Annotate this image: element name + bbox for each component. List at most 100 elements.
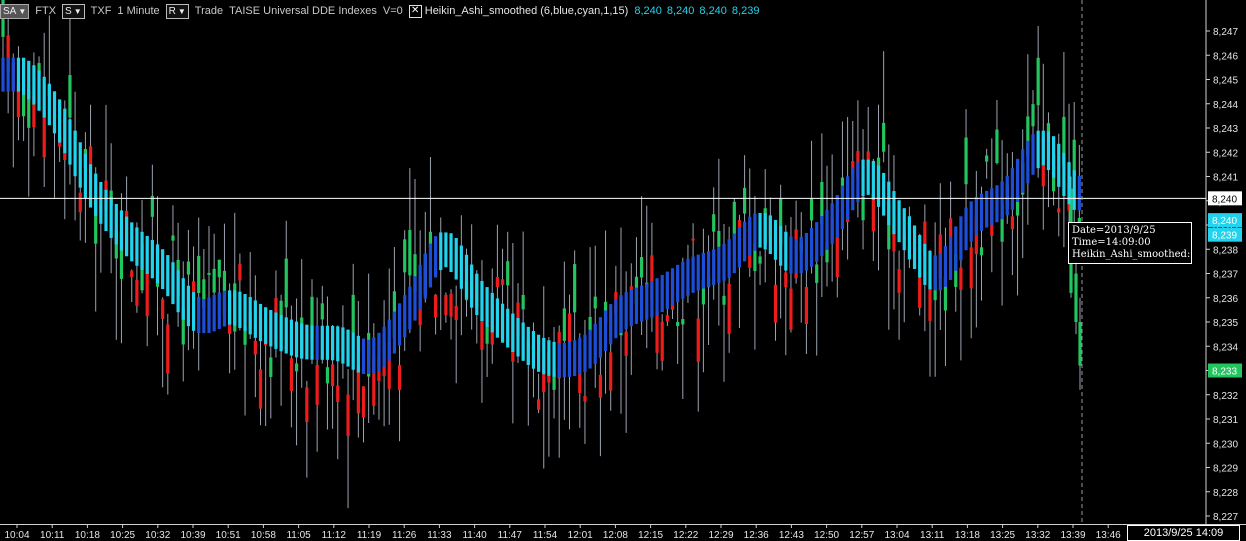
candle-body — [238, 263, 242, 281]
heikin-ashi-bar — [1010, 167, 1014, 210]
candle-body — [253, 340, 257, 355]
candle-body — [315, 364, 319, 405]
candle-body — [815, 264, 819, 283]
heikin-ashi-bar — [279, 314, 283, 352]
candle-body — [186, 261, 190, 275]
heikin-ashi-bar — [567, 342, 572, 377]
time-axis-label: 10:25 — [110, 530, 135, 541]
heikin-ashi-bar — [212, 295, 216, 332]
candle-body — [676, 321, 680, 326]
heikin-ashi-bar — [516, 318, 520, 357]
heikin-ashi-bar — [928, 250, 932, 290]
candle-body — [197, 255, 201, 294]
indicator-value-1: 8,240 — [634, 5, 662, 17]
heikin-ashi-bar — [938, 252, 942, 291]
heikin-ashi-bar — [871, 160, 875, 200]
heikin-ashi-bar — [732, 233, 736, 274]
heikin-ashi-bar — [315, 325, 319, 360]
price-axis-label: 8,227 — [1213, 512, 1238, 523]
heikin-ashi-bar — [866, 159, 870, 195]
heikin-ashi-bar — [1052, 136, 1056, 178]
time-axis-label: 11:47 — [498, 530, 523, 541]
time-axis-label: 12:22 — [673, 530, 698, 541]
candle-body — [351, 294, 355, 334]
heikin-ashi-bar — [959, 216, 963, 261]
candle-body — [78, 192, 82, 213]
heikin-ashi-bar — [495, 298, 499, 338]
heikin-ashi-bar — [37, 70, 41, 111]
heikin-ashi-bar — [840, 185, 845, 229]
heikin-ashi-bar — [506, 308, 510, 348]
price-axis-label: 8,235 — [1213, 318, 1238, 329]
price-chart[interactable]: 8,247 8,246 8,245 8,244 8,243 8,242 8,241 8,240… — [0, 0, 1246, 541]
heikin-ashi-bar — [830, 203, 834, 244]
heikin-ashi-bar — [104, 189, 108, 232]
candle-body — [506, 261, 510, 286]
heikin-ashi-bar — [1072, 170, 1076, 210]
heikin-ashi-layer — [1, 57, 1081, 378]
candle-body — [480, 316, 484, 350]
candle-body — [562, 308, 566, 341]
candle-body — [1046, 123, 1051, 132]
heikin-ashi-bar — [351, 332, 355, 370]
time-axis-label: 10:58 — [251, 530, 276, 541]
candle-body — [691, 238, 695, 241]
heikin-ashi-bar — [923, 243, 927, 285]
candle-body — [500, 279, 505, 285]
heikin-ashi-bar — [480, 281, 484, 322]
candle-body — [434, 294, 438, 318]
candle-body — [624, 331, 628, 356]
heikin-ashi-bar — [428, 243, 433, 288]
heikin-ashi-bar — [1000, 181, 1004, 220]
candle-body — [773, 284, 778, 323]
heikin-ashi-bar — [207, 297, 211, 333]
heikin-ashi-bar — [294, 321, 299, 358]
heikin-ashi-bar — [670, 268, 675, 306]
heikin-ashi-bar — [52, 91, 57, 134]
candle-body — [727, 283, 731, 334]
crosshair-tooltip: Date=2013/9/25 Time=14:09:00 Heikin_Ashi… — [1068, 222, 1192, 264]
heikin-ashi-bar — [779, 225, 783, 266]
indicator-value-4: 8,239 — [731, 5, 760, 17]
candle-body — [408, 230, 412, 276]
heikin-ashi-bar — [954, 226, 958, 271]
time-axis-label: 13:11 — [920, 530, 945, 541]
heikin-ashi-bar — [912, 225, 917, 269]
heikin-ashi-bar — [63, 108, 67, 154]
heikin-ashi-bar — [743, 221, 747, 262]
price-marker-label: 8,233 — [1212, 367, 1237, 378]
heikin-ashi-bar — [990, 188, 994, 225]
heikin-ashi-bar — [552, 341, 556, 377]
heikin-ashi-bar — [94, 173, 98, 216]
heikin-ashi-bar — [717, 246, 721, 284]
candle-body — [449, 294, 453, 317]
indicator-value-3: 8,240 — [699, 5, 727, 17]
heikin-ashi-bar — [897, 200, 901, 243]
price-axis-label: 8,243 — [1213, 124, 1238, 135]
heikin-ashi-bar — [166, 255, 170, 297]
heikin-ashi-bar — [1031, 134, 1035, 175]
heikin-ashi-bar — [995, 185, 999, 223]
indicator-toggle-icon[interactable]: ✕ — [408, 4, 422, 18]
candle-body — [356, 366, 360, 414]
price-axis-label: 8,242 — [1213, 148, 1238, 159]
heikin-ashi-bar — [274, 312, 278, 349]
heikin-ashi-bar — [423, 253, 427, 299]
r-label: R — [168, 5, 176, 17]
heikin-ashi-bar — [650, 281, 654, 318]
heikin-ashi-bar — [356, 335, 360, 373]
candle-body — [88, 146, 93, 166]
r-dropdown[interactable]: R ▼ — [165, 3, 189, 19]
s-dropdown[interactable]: S ▼ — [62, 3, 85, 19]
candle-body — [717, 230, 721, 247]
candle-body — [284, 258, 288, 308]
heikin-ashi-bar — [336, 326, 340, 362]
tooltip-date: Date=2013/9/25 — [1072, 225, 1156, 236]
heikin-ashi-bar — [485, 287, 489, 327]
heikin-ashi-bar — [135, 227, 139, 266]
heikin-ashi-bar — [222, 290, 227, 327]
heikin-ashi-bar — [125, 216, 129, 257]
heikin-ashi-bar — [397, 303, 402, 346]
time-axis-label: 11:33 — [427, 530, 452, 541]
sa-dropdown[interactable]: SA ▼ — [0, 3, 30, 19]
